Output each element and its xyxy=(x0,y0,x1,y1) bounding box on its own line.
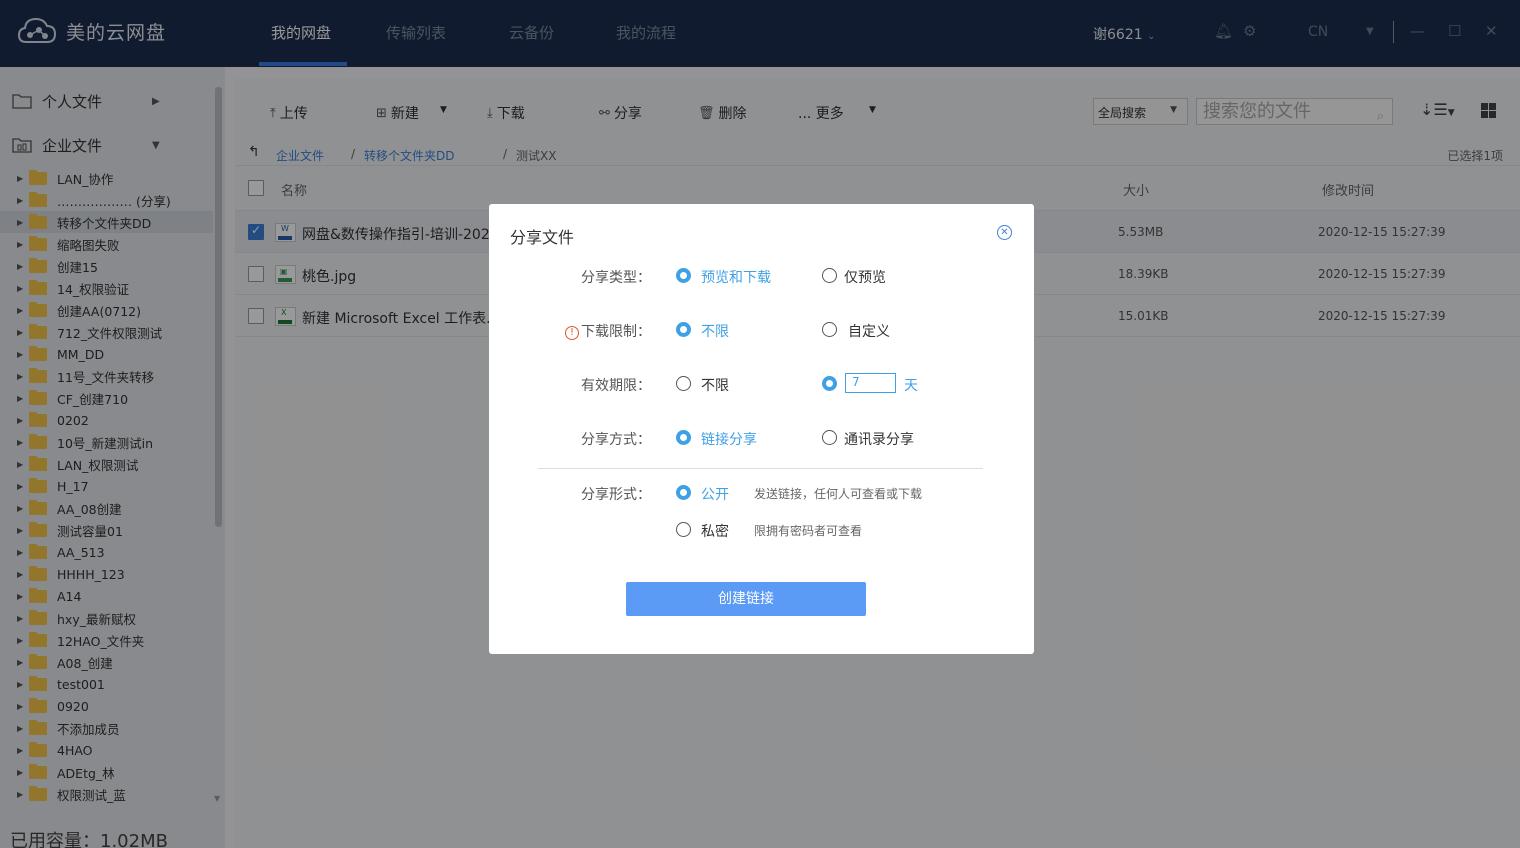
option-validity-unlimited[interactable]: 不限 xyxy=(701,375,729,395)
radio-preview-download[interactable] xyxy=(676,268,691,283)
validity-label: 有效期限： xyxy=(581,378,651,394)
share-method-label: 分享方式： xyxy=(581,432,651,448)
radio-private[interactable] xyxy=(676,522,691,537)
share-type-label: 分享类型： xyxy=(581,270,651,286)
radio-link-share[interactable] xyxy=(676,430,691,445)
download-limit-label: ! 下载限制： xyxy=(489,321,651,341)
warning-icon: ! xyxy=(565,326,579,340)
share-form-label: 分享形式： xyxy=(581,487,651,503)
form-divider xyxy=(538,468,983,469)
radio-public[interactable] xyxy=(676,485,691,500)
option-preview-only[interactable]: 仅预览 xyxy=(844,267,886,287)
private-hint: 限拥有密码者可查看 xyxy=(754,524,863,538)
dialog-title: 分享文件 xyxy=(510,228,575,247)
download-limit-text: 下载限制： xyxy=(581,324,651,340)
radio-download-unlimited[interactable] xyxy=(676,322,691,337)
radio-validity-days[interactable] xyxy=(822,376,837,391)
public-hint: 发送链接，任何人可查看或下载 xyxy=(754,487,923,501)
radio-download-custom[interactable] xyxy=(822,322,837,337)
close-circle-icon[interactable]: ✕ xyxy=(997,225,1012,240)
radio-validity-unlimited[interactable] xyxy=(676,376,691,391)
option-preview-download[interactable]: 预览和下载 xyxy=(701,267,771,287)
option-download-unlimited[interactable]: 不限 xyxy=(701,321,729,341)
option-private[interactable]: 私密 xyxy=(701,521,729,541)
validity-days-input[interactable]: 7 xyxy=(845,373,896,393)
days-unit: 天 xyxy=(904,378,918,394)
option-contacts-share[interactable]: 通讯录分享 xyxy=(844,429,914,449)
option-download-custom[interactable]: 自定义 xyxy=(848,321,890,341)
option-public[interactable]: 公开 xyxy=(701,484,729,504)
radio-preview-only[interactable] xyxy=(822,268,837,283)
radio-contacts-share[interactable] xyxy=(822,430,837,445)
create-link-button[interactable]: 创建链接 xyxy=(626,582,866,616)
option-link-share[interactable]: 链接分享 xyxy=(701,429,757,449)
share-dialog: 分享文件 ✕ 分享类型： 预览和下载 仅预览 ! 下载限制： 不限 自定义 有效期… xyxy=(489,204,1034,654)
